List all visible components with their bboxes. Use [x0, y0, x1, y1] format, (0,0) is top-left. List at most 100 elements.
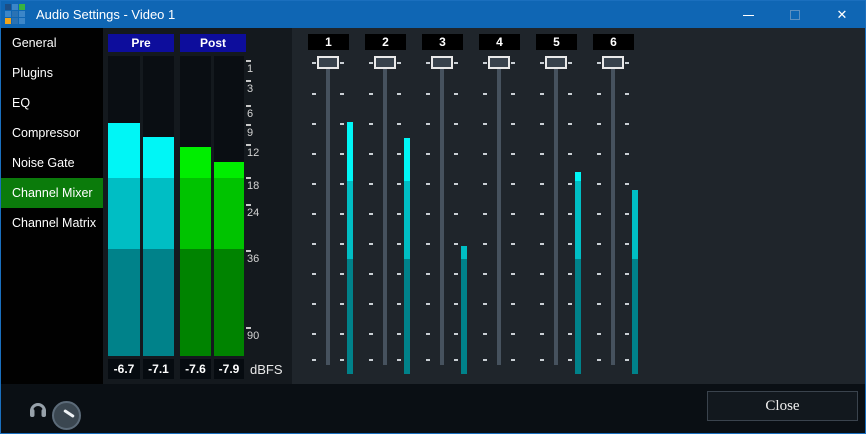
fader-tick: [340, 213, 344, 215]
fader-tick: [568, 213, 572, 215]
post-meter-fill: [214, 162, 244, 356]
fader-tick: [426, 359, 430, 361]
channel-number-label: 5: [536, 34, 577, 50]
fader-track[interactable]: [383, 69, 387, 365]
fader-tick: [312, 243, 316, 245]
vmix-grid-icon: [5, 4, 25, 24]
fader-tick: [597, 333, 601, 335]
fader-tick: [483, 153, 487, 155]
pre-meter-column: [108, 56, 140, 356]
headphone-volume-knob[interactable]: [52, 401, 81, 430]
knob-indicator: [63, 409, 75, 418]
scale-number: 18: [247, 180, 259, 192]
scale-tick-icon: [246, 80, 251, 82]
close-icon: ✕: [837, 7, 848, 22]
audio-settings-window: Audio Settings - Video 1 ✕ GeneralPlugin…: [0, 0, 866, 434]
fader-tick: [625, 183, 629, 185]
sidebar-item-noise-gate[interactable]: Noise Gate: [1, 148, 103, 178]
scale-number: 9: [247, 127, 253, 139]
fader-handle[interactable]: [545, 56, 567, 69]
fader-tick: [511, 62, 515, 64]
channel-meter: [632, 59, 638, 374]
fader-tick: [397, 333, 401, 335]
fader-tick: [426, 62, 430, 64]
fader-tick: [597, 62, 601, 64]
scale-number: 24: [247, 207, 259, 219]
channel-meter-fill: [347, 122, 353, 374]
fader-tick: [568, 93, 572, 95]
sidebar-item-eq[interactable]: EQ: [1, 88, 103, 118]
post-level-value: -7.6: [180, 359, 211, 379]
channel-number-label: 2: [365, 34, 406, 50]
pre-meter-fill: [108, 123, 140, 356]
channel-meter-fill: [404, 138, 410, 374]
channel-meter: [518, 59, 524, 374]
fader-tick: [454, 123, 458, 125]
sidebar-item-plugins[interactable]: Plugins: [1, 58, 103, 88]
fader-tick: [568, 153, 572, 155]
fader-handle[interactable]: [317, 56, 339, 69]
sidebar-item-compressor[interactable]: Compressor: [1, 118, 103, 148]
fader-tick: [312, 183, 316, 185]
fader-handle[interactable]: [374, 56, 396, 69]
fader-tick: [397, 153, 401, 155]
fader-tick: [340, 62, 344, 64]
fader-handle[interactable]: [488, 56, 510, 69]
fader-tick: [397, 273, 401, 275]
fader-tick: [397, 243, 401, 245]
fader-tick: [540, 62, 544, 64]
fader-tick: [454, 359, 458, 361]
fader-tick: [397, 62, 401, 64]
sidebar-item-channel-matrix[interactable]: Channel Matrix: [1, 208, 103, 238]
fader-tick: [340, 123, 344, 125]
fader-tick: [483, 359, 487, 361]
fader-handle[interactable]: [431, 56, 453, 69]
fader-handle[interactable]: [602, 56, 624, 69]
fader-track[interactable]: [611, 69, 615, 365]
fader-tick: [540, 359, 544, 361]
fader-tick: [511, 333, 515, 335]
fader-tick: [625, 123, 629, 125]
scale-tick-icon: [246, 204, 251, 206]
fader-tick: [312, 213, 316, 215]
scale-tick-icon: [246, 60, 251, 62]
fader-tick: [397, 123, 401, 125]
fader-tick: [454, 62, 458, 64]
fader-track[interactable]: [326, 69, 330, 365]
fader-tick: [540, 303, 544, 305]
scale-number: 6: [247, 108, 253, 120]
fader-tick: [426, 213, 430, 215]
fader-tick: [568, 123, 572, 125]
fader-tick: [426, 243, 430, 245]
fader-tick: [568, 62, 572, 64]
fader-tick: [454, 303, 458, 305]
post-level-value: -7.9: [214, 359, 244, 379]
fader-track[interactable]: [554, 69, 558, 365]
fader-tick: [397, 213, 401, 215]
channel-number-label: 1: [308, 34, 349, 50]
channel-number-label: 4: [479, 34, 520, 50]
channel-number-label: 6: [593, 34, 634, 50]
close-button[interactable]: Close: [707, 391, 858, 421]
sidebar-item-general[interactable]: General: [1, 28, 103, 58]
fader-tick: [540, 213, 544, 215]
fader-tick: [312, 333, 316, 335]
scale-number: 3: [247, 83, 253, 95]
fader-tick: [483, 303, 487, 305]
fader-tick: [597, 243, 601, 245]
fader-track[interactable]: [497, 69, 501, 365]
headphones-icon[interactable]: [28, 398, 48, 418]
fader-tick: [511, 153, 515, 155]
fader-tick: [312, 273, 316, 275]
fader-tick: [511, 123, 515, 125]
sidebar-item-channel-mixer[interactable]: Channel Mixer: [1, 178, 103, 208]
scale-number: 90: [247, 330, 259, 342]
channel-meter-fill: [461, 246, 467, 374]
window-close-button[interactable]: ✕: [818, 1, 866, 28]
post-meter-column: [214, 56, 244, 356]
fader-track[interactable]: [440, 69, 444, 365]
fader-tick: [426, 123, 430, 125]
channel-number-label: 3: [422, 34, 463, 50]
fader-tick: [340, 333, 344, 335]
minimize-button[interactable]: [726, 1, 771, 28]
